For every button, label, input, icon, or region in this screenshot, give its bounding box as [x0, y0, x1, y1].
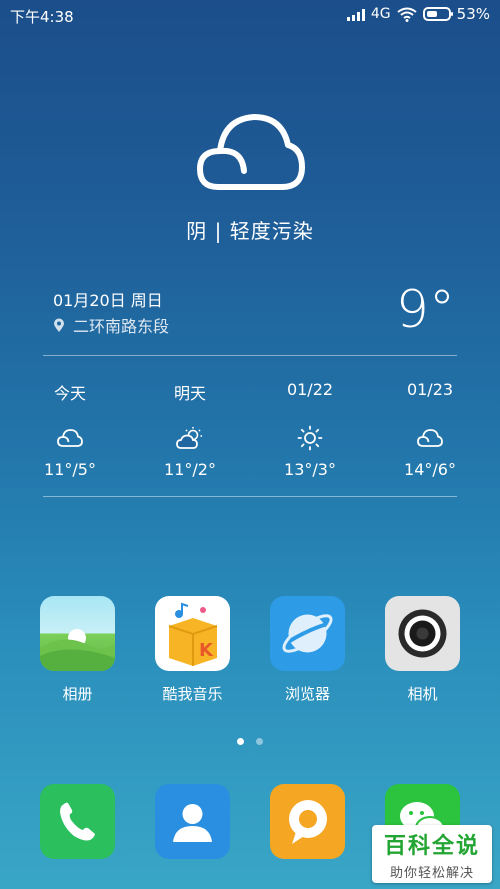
weather-condition[interactable]: 阴 | 轻度污染 — [0, 215, 500, 244]
battery-icon — [422, 7, 453, 21]
app-grid: 相册 K 酷我音乐 浏览器 相机 — [20, 596, 480, 704]
forecast-day[interactable]: 01/22 13°/3° — [250, 380, 370, 479]
forecast-row[interactable]: 今天 11°/5° 明天 11°/2° 01/22 13°/3° 01/23 1… — [10, 380, 490, 479]
cloud-icon — [197, 114, 305, 190]
forecast-day[interactable]: 明天 11°/2° — [130, 380, 250, 479]
forecast-temps: 14°/6° — [404, 460, 456, 479]
forecast-day-label: 明天 — [173, 384, 206, 403]
phone-icon[interactable] — [40, 784, 115, 859]
page-indicator[interactable] — [237, 738, 263, 745]
forecast-day[interactable]: 今天 11°/5° — [10, 380, 130, 479]
wifi-icon — [397, 7, 417, 22]
weather-date: 01月20日 周日 — [53, 291, 163, 310]
camera-icon[interactable] — [385, 596, 460, 671]
location-label: 二环南路东段 — [73, 317, 170, 336]
battery-percent: 53% — [456, 5, 490, 23]
forecast-day-label: 01/23 — [406, 380, 454, 399]
forecast-day[interactable]: 01/23 14°/6° — [370, 380, 490, 479]
cloud-icon — [57, 429, 83, 447]
cloud-icon — [417, 429, 443, 447]
sun-icon — [297, 425, 323, 451]
location-pin-icon — [54, 318, 64, 332]
svg-text:K: K — [199, 640, 214, 661]
dock-contacts[interactable] — [135, 784, 250, 859]
forecast-day-label: 01/22 — [286, 380, 334, 399]
messages-icon[interactable] — [270, 784, 345, 859]
signal-icon — [346, 8, 365, 21]
app-kuwo-music[interactable]: K 酷我音乐 — [135, 596, 250, 704]
network-type: 4G — [370, 6, 391, 22]
weather-location[interactable]: 二环南路东段 — [53, 313, 169, 337]
browser-icon[interactable] — [270, 596, 345, 671]
app-label: 相册 — [62, 685, 93, 703]
partly-sunny-icon — [176, 427, 202, 449]
current-temperature[interactable]: 9° — [396, 280, 455, 340]
watermark-subtitle: 助你轻松解决 — [389, 866, 474, 881]
app-gallery[interactable]: 相册 — [20, 596, 135, 704]
forecast-temps: 11°/5° — [44, 460, 96, 479]
gallery-icon[interactable] — [40, 596, 115, 671]
divider — [43, 355, 457, 356]
app-camera[interactable]: 相机 — [365, 596, 480, 704]
app-browser[interactable]: 浏览器 — [250, 596, 365, 704]
forecast-day-label: 今天 — [53, 384, 86, 403]
forecast-temps: 13°/3° — [284, 460, 336, 479]
contacts-icon[interactable] — [155, 784, 230, 859]
page-dot-active[interactable] — [237, 738, 244, 745]
page-dot[interactable] — [256, 738, 263, 745]
app-label: 相机 — [407, 685, 438, 703]
app-label: 浏览器 — [284, 685, 330, 703]
dock-phone[interactable] — [20, 784, 135, 859]
kuwo-music-icon[interactable]: K — [155, 596, 230, 671]
status-bar: 下午4:38 4G 53% — [0, 0, 500, 30]
status-time: 下午4:38 — [10, 8, 74, 26]
app-label: 酷我音乐 — [162, 685, 223, 703]
forecast-temps: 11°/2° — [164, 460, 216, 479]
divider — [43, 496, 457, 497]
dock-messages[interactable] — [250, 784, 365, 859]
watermark-title: 百科全说 — [383, 834, 480, 859]
watermark-logo: 百科全说 助你轻松解决 — [372, 825, 492, 883]
